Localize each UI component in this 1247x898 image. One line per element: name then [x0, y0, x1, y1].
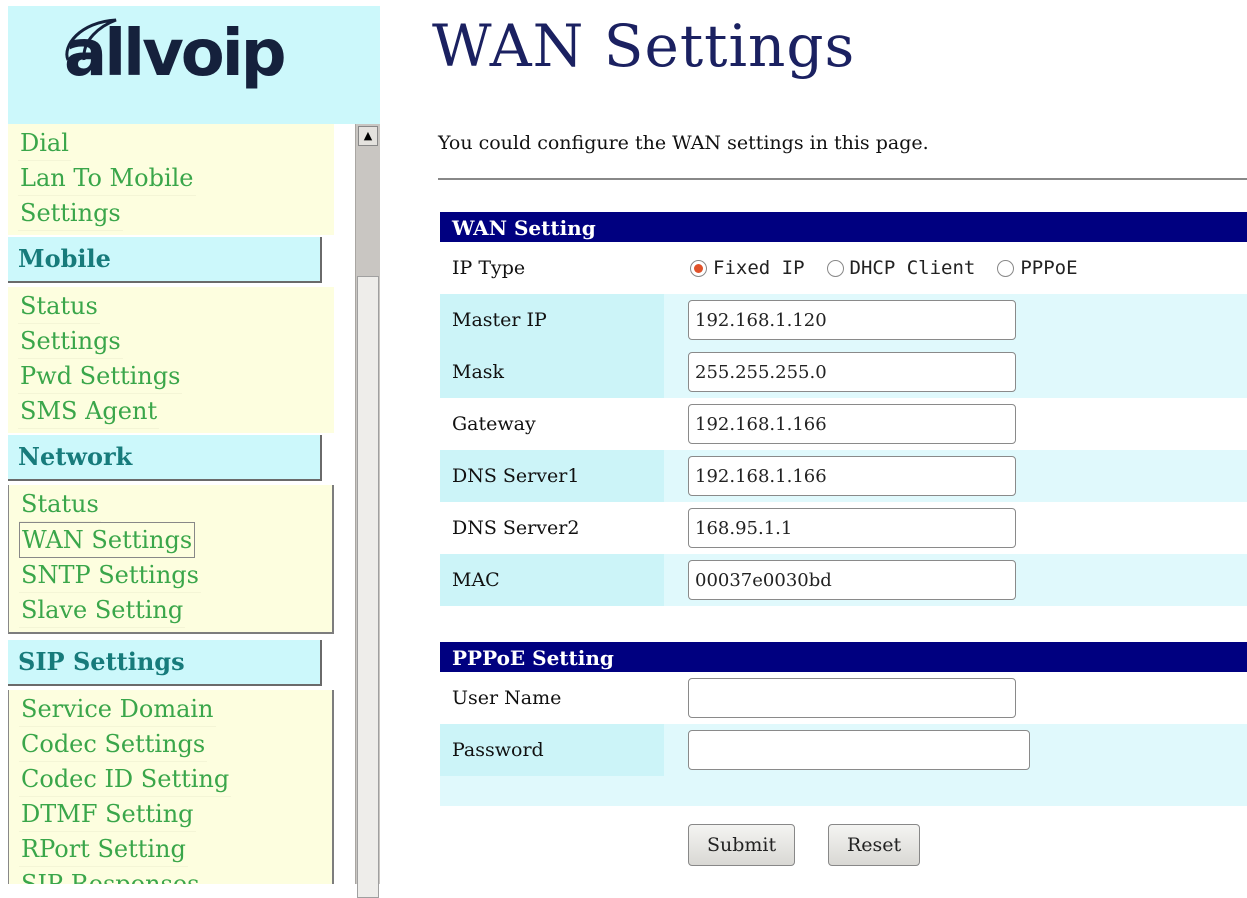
gateway-label: Gateway: [440, 398, 664, 450]
sidebar-scrollbar[interactable]: ▲: [355, 124, 380, 898]
dns-server1-label: DNS Server1: [440, 450, 664, 502]
wan-setting-section: WAN Setting IP Type Fixed IP DHCP Client…: [440, 212, 1247, 606]
menu-header-mobile[interactable]: Mobile: [8, 237, 322, 283]
username-input[interactable]: [688, 678, 1016, 718]
menu-header-sip-settings[interactable]: SIP Settings: [8, 640, 322, 686]
menu-item-mobile-settings[interactable]: Settings: [18, 324, 123, 359]
page-title: WAN Settings: [432, 12, 856, 80]
dns-server1-input[interactable]: [688, 456, 1016, 496]
ip-type-dhcp-option[interactable]: DHCP Client: [826, 257, 976, 279]
menu-group-mobile: Status Settings Pwd Settings SMS Agent: [8, 287, 334, 433]
menu-header-network[interactable]: Network: [8, 435, 322, 481]
logo-area: allvoip: [8, 6, 380, 124]
scrollbar-thumb[interactable]: [357, 276, 379, 898]
logo-wordmark[interactable]: allvoip: [64, 22, 286, 86]
menu-group-network: Status WAN Settings SNTP Settings Slave …: [8, 485, 334, 634]
ip-type-radio-group: Fixed IP DHCP Client PPPoE: [690, 242, 1100, 294]
master-ip-label: Master IP: [440, 294, 664, 346]
menu-item-codec-settings[interactable]: Codec Settings: [19, 727, 208, 762]
menu-item-lan-to-mobile[interactable]: Lan To Mobile: [18, 161, 196, 196]
menu-group-top: Dial Lan To Mobile Settings: [8, 124, 334, 235]
reset-button[interactable]: Reset: [828, 824, 921, 866]
menu-item-lan-to-mobile-settings[interactable]: Settings: [18, 196, 123, 231]
fixed-ip-radio[interactable]: [690, 259, 707, 277]
dns-server2-input[interactable]: [688, 508, 1016, 548]
menu-item-slave-setting[interactable]: Slave Setting: [19, 593, 186, 628]
pppoe-label: PPPoE: [1020, 257, 1078, 279]
ip-type-row: IP Type Fixed IP DHCP Client PPPoE: [440, 242, 1247, 294]
pppoe-setting-section: PPPoE Setting User Name Password: [440, 642, 1247, 806]
scroll-up-arrow-icon[interactable]: ▲: [358, 126, 378, 146]
menu-item-wan-settings[interactable]: WAN Settings: [19, 522, 196, 558]
gateway-input[interactable]: [688, 404, 1016, 444]
dns-server2-row: DNS Server2: [440, 502, 1247, 554]
pppoe-spacer-row: [440, 776, 1247, 806]
menu-item-sip-responses[interactable]: SIP Responses: [19, 867, 201, 884]
dhcp-client-radio[interactable]: [826, 259, 844, 277]
wan-setting-header: WAN Setting: [440, 212, 1247, 242]
username-label: User Name: [440, 672, 664, 724]
menu-item-dtmf-setting[interactable]: DTMF Setting: [19, 797, 196, 832]
username-row: User Name: [440, 672, 1247, 724]
menu-group-sip: Service Domain Codec Settings Codec ID S…: [8, 690, 334, 884]
master-ip-row: Master IP: [440, 294, 1247, 346]
pppoe-setting-header: PPPoE Setting: [440, 642, 1247, 672]
dns-server2-label: DNS Server2: [440, 502, 664, 554]
mac-row: MAC: [440, 554, 1247, 606]
dhcp-client-label: DHCP Client: [849, 257, 976, 279]
page-intro: You could configure the WAN settings in …: [438, 132, 929, 154]
sidebar-menu: Dial Lan To Mobile Settings Mobile Statu…: [8, 124, 356, 884]
password-input[interactable]: [688, 730, 1030, 770]
ip-type-fixed-ip-option[interactable]: Fixed IP: [690, 257, 805, 279]
gateway-row: Gateway: [440, 398, 1247, 450]
menu-item-service-domain[interactable]: Service Domain: [19, 692, 216, 727]
menu-item-rport-setting[interactable]: RPort Setting: [19, 832, 188, 867]
pppoe-radio[interactable]: [997, 259, 1015, 277]
fixed-ip-label: Fixed IP: [713, 257, 805, 279]
mask-row: Mask: [440, 346, 1247, 398]
master-ip-input[interactable]: [688, 300, 1016, 340]
mac-label: MAC: [440, 554, 664, 606]
menu-item-dial[interactable]: Dial: [18, 126, 71, 161]
password-row: Password: [440, 724, 1247, 776]
mask-input[interactable]: [688, 352, 1016, 392]
menu-item-sms-agent[interactable]: SMS Agent: [18, 394, 160, 429]
password-label: Password: [440, 724, 664, 776]
menu-item-network-status[interactable]: Status: [19, 487, 101, 522]
menu-item-codec-id-setting[interactable]: Codec ID Setting: [19, 762, 232, 797]
submit-button[interactable]: Submit: [688, 824, 796, 866]
mac-input[interactable]: [688, 560, 1016, 600]
menu-item-pwd-settings[interactable]: Pwd Settings: [18, 359, 183, 394]
menu-item-mobile-status[interactable]: Status: [18, 289, 100, 324]
ip-type-pppoe-option[interactable]: PPPoE: [997, 257, 1078, 279]
dns-server1-row: DNS Server1: [440, 450, 1247, 502]
ip-type-label: IP Type: [440, 242, 664, 294]
menu-item-sntp-settings[interactable]: SNTP Settings: [19, 558, 201, 593]
mask-label: Mask: [440, 346, 664, 398]
divider: [438, 178, 1247, 180]
